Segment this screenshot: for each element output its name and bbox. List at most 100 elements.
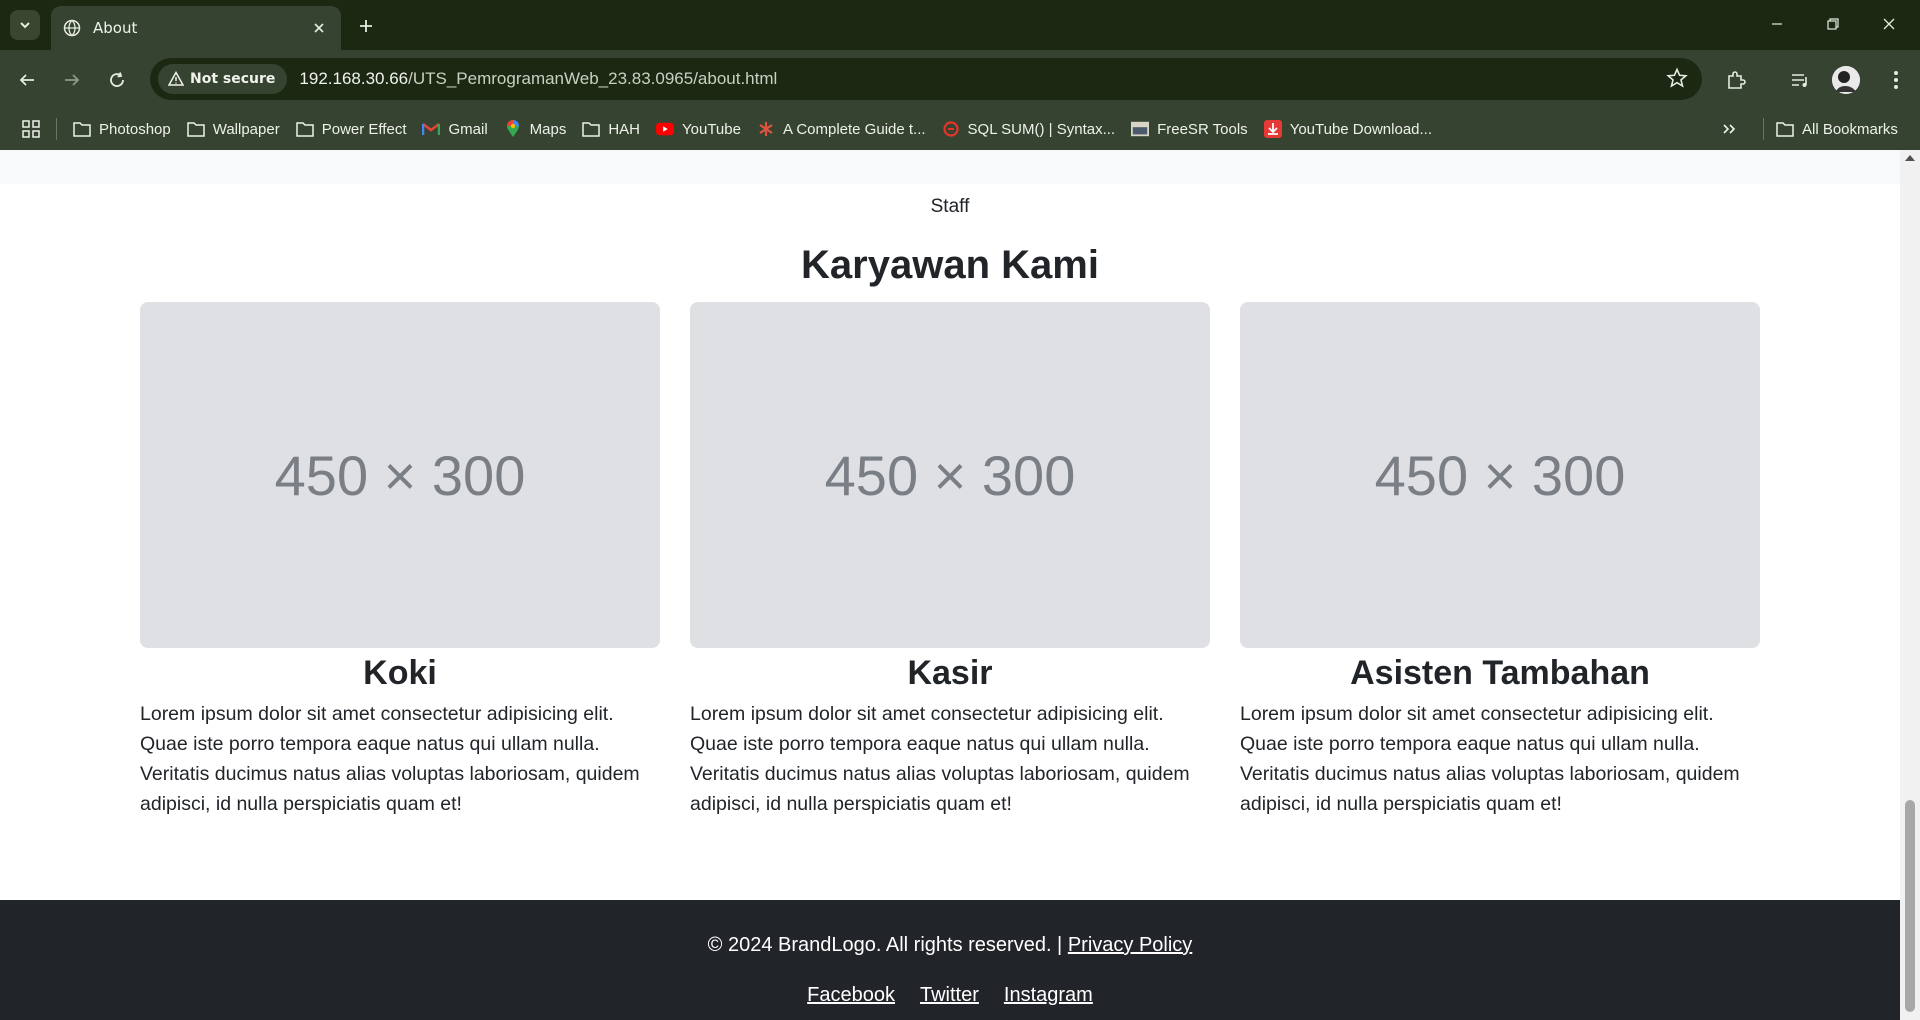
restore-button[interactable]: [1810, 8, 1856, 40]
browser-tab-active[interactable]: About: [51, 6, 341, 50]
close-window-button[interactable]: [1866, 8, 1912, 40]
bookmark-label: Photoshop: [99, 120, 171, 138]
kebab-menu-icon: [1894, 71, 1898, 89]
url-text[interactable]: 192.168.30.66/UTS_PemrogramanWeb_23.83.0…: [299, 69, 777, 89]
staff-card-text: Lorem ipsum dolor sit amet consectetur a…: [1240, 703, 1740, 815]
bookmark-gmail[interactable]: Gmail: [414, 114, 495, 144]
bookmark-hah[interactable]: HAH: [574, 114, 648, 144]
double-chevron-right-icon: [1723, 124, 1736, 134]
bookmark-label: FreeSR Tools: [1157, 120, 1248, 138]
forward-button[interactable]: [56, 64, 88, 96]
media-control-button[interactable]: [1784, 64, 1816, 96]
tab-close-button[interactable]: [309, 18, 329, 38]
profile-avatar[interactable]: [1832, 66, 1860, 94]
url-path: /UTS_PemrogramanWeb_23.83.0965/about.htm…: [408, 69, 778, 88]
bookmark-wallpaper[interactable]: Wallpaper: [179, 114, 288, 144]
address-bar[interactable]: Not secure 192.168.30.66/UTS_Pemrograman…: [150, 58, 1702, 100]
folder-icon: [73, 120, 91, 138]
folder-icon: [1776, 120, 1794, 138]
bookmark-label: Wallpaper: [212, 120, 280, 138]
scroll-up-arrow-icon[interactable]: [1905, 155, 1915, 161]
social-links: Facebook Twitter Instagram: [0, 984, 1900, 1007]
all-bookmarks-label: All Bookmarks: [1802, 120, 1898, 138]
facebook-link[interactable]: Facebook: [807, 984, 895, 1007]
section-subtitle: Staff: [930, 196, 970, 217]
youtube-icon: [656, 120, 675, 138]
star-icon: [1666, 67, 1688, 88]
staff-card-title: Kasir: [907, 654, 993, 692]
plus-icon: [360, 20, 372, 32]
back-button[interactable]: [11, 64, 43, 96]
staff-image-placeholder: 450 × 300: [140, 302, 660, 648]
folder-icon: [295, 120, 314, 138]
scrollbar-thumb[interactable]: [1905, 800, 1915, 1012]
apps-button[interactable]: [0, 114, 48, 144]
bookmark-complete-guide[interactable]: A Complete Guide t...: [749, 114, 934, 144]
bookmark-label: SQL SUM() | Syntax...: [967, 120, 1116, 138]
page-viewport: Staff Karyawan Kami 450 × 300 Koki Lorem…: [0, 150, 1900, 1020]
tab-title: About: [93, 19, 138, 37]
restore-icon: [1827, 18, 1839, 30]
new-tab-button[interactable]: [352, 12, 380, 40]
staff-card-title: Koki: [363, 654, 437, 692]
url-host: 192.168.30.66: [299, 69, 409, 88]
staff-card-text: Lorem ipsum dolor sit amet consectetur a…: [140, 703, 640, 815]
bookmarks-bar: Photoshop Wallpaper Power Effect Gmail M…: [0, 108, 1920, 150]
bookmark-youtube-download[interactable]: YouTube Download...: [1256, 114, 1440, 144]
site-info-chip[interactable]: Not secure: [158, 64, 288, 94]
copyright-text: © 2024 BrandLogo. All rights reserved. |: [707, 934, 1063, 956]
bookmark-label: A Complete Guide t...: [782, 120, 926, 138]
arrow-right-icon: [65, 74, 80, 86]
bookmark-sql-sum[interactable]: SQL SUM() | Syntax...: [934, 114, 1124, 144]
staff-card-title: Asisten Tambahan: [1350, 654, 1650, 692]
page-footer: © 2024 BrandLogo. All rights reserved. |…: [0, 900, 1900, 1020]
bookmark-star-button[interactable]: [1666, 67, 1688, 93]
navbar-remnant: [0, 150, 1900, 184]
browser-titlebar: About: [0, 0, 1920, 50]
minimize-icon: [1772, 23, 1782, 25]
maps-icon: [504, 120, 522, 138]
bookmark-label: Power Effect: [321, 120, 407, 138]
download-icon: [1263, 120, 1282, 138]
bookmarks-divider: [56, 118, 57, 140]
bookmark-freesr-tools[interactable]: FreeSR Tools: [1123, 114, 1256, 144]
page-scrollbar[interactable]: [1900, 150, 1920, 1020]
footer-copyright-line: © 2024 BrandLogo. All rights reserved. |…: [0, 934, 1900, 957]
browser-menu-button[interactable]: [1880, 64, 1912, 96]
folder-icon: [582, 120, 601, 138]
bookmark-photoshop[interactable]: Photoshop: [65, 114, 179, 144]
arrow-left-icon: [19, 74, 34, 86]
security-label: Not secure: [190, 71, 276, 87]
instagram-link[interactable]: Instagram: [1004, 984, 1093, 1007]
twitter-link[interactable]: Twitter: [920, 984, 979, 1007]
browser-toolbar: Not secure 192.168.30.66/UTS_Pemrograman…: [0, 50, 1920, 108]
freesr-icon: [1131, 120, 1150, 138]
staff-card-koki: 450 × 300 Koki Lorem ipsum dolor sit ame…: [140, 302, 660, 819]
bookmark-power-effect[interactable]: Power Effect: [288, 114, 415, 144]
bookmark-maps[interactable]: Maps: [496, 114, 575, 144]
section-title: Karyawan Kami: [801, 243, 1099, 287]
asterisk-icon: [757, 120, 775, 138]
more-bookmarks-button[interactable]: [1714, 114, 1744, 144]
close-icon: [1883, 18, 1895, 30]
staff-image-placeholder: 450 × 300: [1240, 302, 1760, 648]
staff-card-kasir: 450 × 300 Kasir Lorem ipsum dolor sit am…: [690, 302, 1210, 819]
all-bookmarks-button[interactable]: All Bookmarks: [1768, 114, 1906, 144]
bookmark-youtube[interactable]: YouTube: [648, 114, 749, 144]
chevron-down-icon: [20, 22, 30, 29]
extensions-button[interactable]: [1720, 64, 1752, 96]
reload-button[interactable]: [101, 64, 133, 96]
playlist-icon: [1792, 74, 1807, 87]
bookmark-label: Gmail: [448, 120, 488, 138]
bookmark-label: YouTube: [682, 120, 741, 138]
warning-icon: [168, 71, 184, 86]
privacy-policy-link[interactable]: Privacy Policy: [1068, 934, 1192, 956]
bookmark-label: Maps: [529, 120, 567, 138]
close-icon: [314, 23, 324, 33]
tab-search-button[interactable]: [10, 10, 40, 40]
reload-icon: [110, 72, 124, 87]
minimize-button[interactable]: [1754, 8, 1800, 40]
staff-image-placeholder: 450 × 300: [690, 302, 1210, 648]
bookmarks-divider: [1763, 118, 1764, 140]
bookmark-label: HAH: [608, 120, 641, 138]
